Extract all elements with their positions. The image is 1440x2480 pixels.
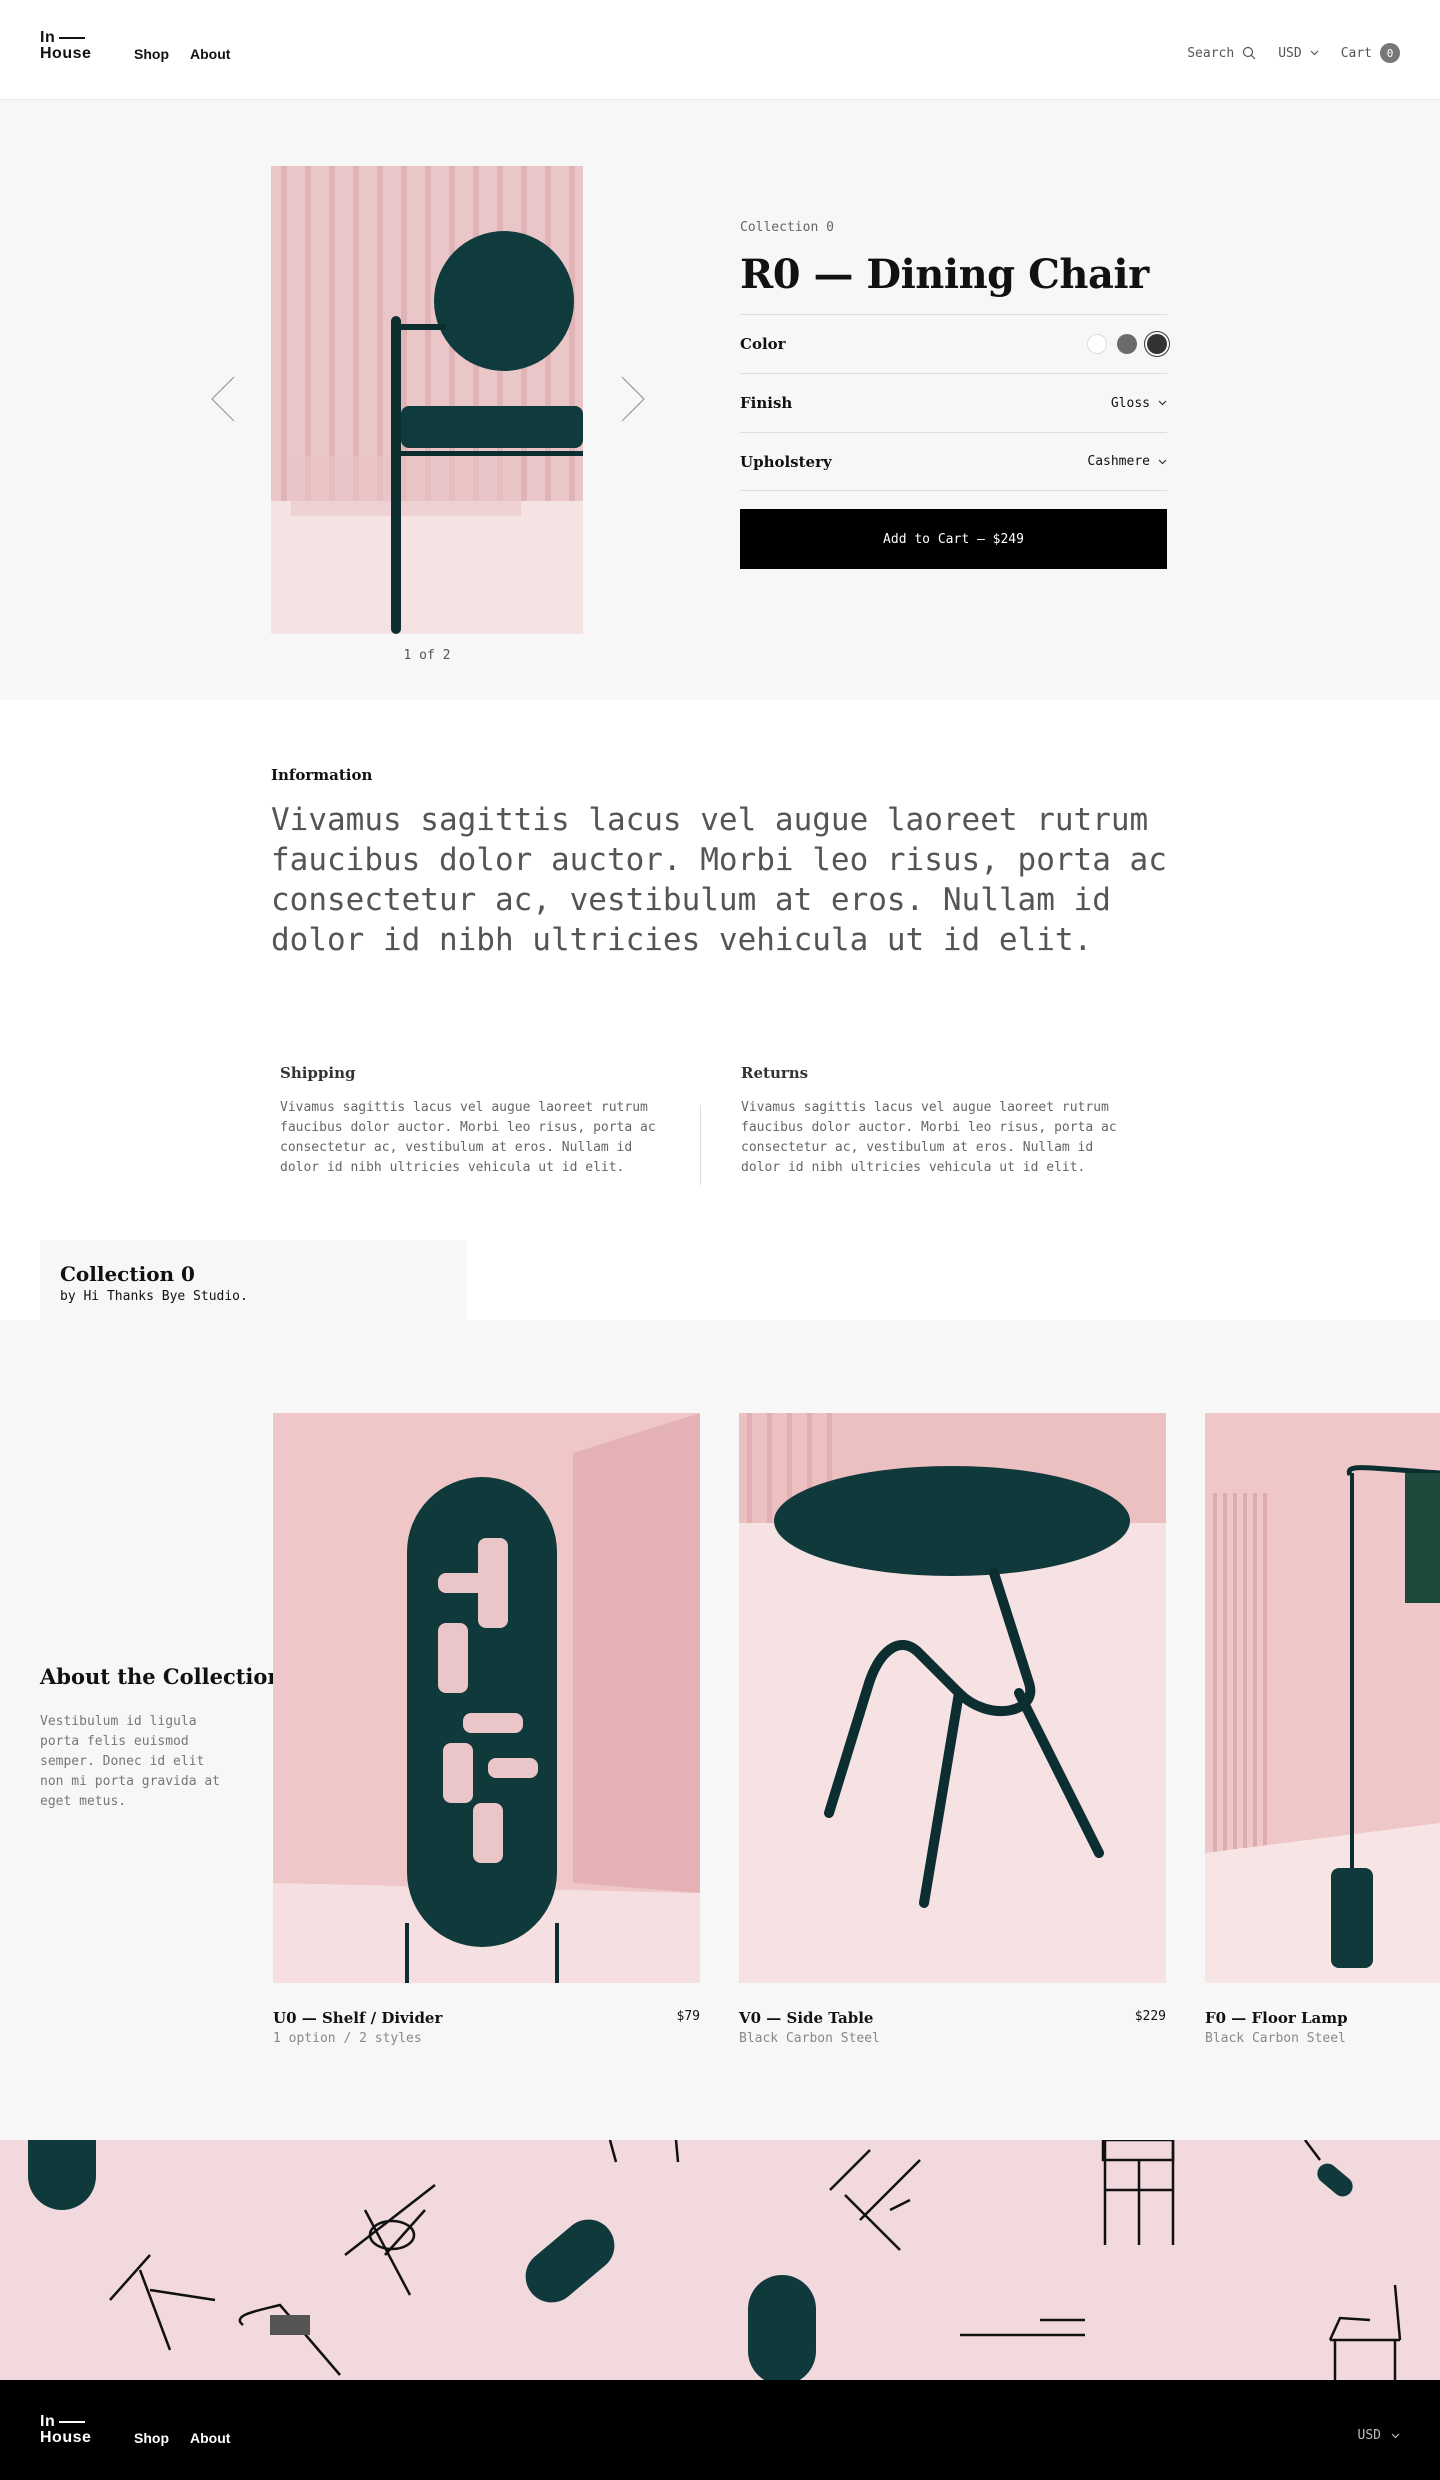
option-upholstery[interactable]: Upholstery Cashmere [740,432,1167,491]
product-card[interactable]: U0 — Shelf / Divider $79 1 option / 2 st… [273,1413,700,2046]
cart-count-badge: 0 [1380,43,1400,63]
currency-select[interactable]: USD [1278,45,1319,61]
swatch-grey[interactable] [1117,334,1137,354]
cart-label: Cart [1340,45,1372,61]
swatch-charcoal-selected[interactable] [1147,334,1167,354]
product-title: R0 — Dining Chair [740,251,1149,298]
footer-nav-about[interactable]: About [190,2430,230,2446]
cart-button[interactable]: Cart 0 [1341,43,1400,63]
product-card-name: U0 — Shelf / Divider [273,2009,443,2027]
product-card-image[interactable] [273,1413,700,1983]
option-label: Finish [740,394,793,412]
about-collection-body: Vestibulum id ligula porta felis euismod… [40,1714,221,1809]
returns-block: Returns Vivamus sagittis lacus vel augue… [741,1064,1131,1178]
logo-line1: In [40,29,56,46]
currency-label: USD [1357,2428,1381,2443]
shipping-block: Shipping Vivamus sagittis lacus vel augu… [280,1064,670,1178]
returns-body: Vivamus sagittis lacus vel augue laoreet… [741,1100,1117,1175]
footer-nav-shop[interactable]: Shop [134,2430,169,2446]
option-finish[interactable]: Finish Gloss [740,373,1167,432]
product-image [271,166,583,634]
chevron-down-icon [1310,50,1319,56]
color-swatches [1087,334,1167,354]
nav-shop[interactable]: Shop [134,46,169,62]
search-label: Search [1187,45,1235,61]
product-card-price: $79 [676,2009,700,2024]
information-heading: Information [271,766,373,784]
information-body: Vivamus sagittis lacus vel augue laoreet… [271,802,1167,958]
product-info: Collection 0 R0 — Dining Chair Color Fin… [740,220,1167,569]
product-card-image[interactable] [1205,1413,1440,1983]
product-card-sub: 1 option / 2 styles [273,2031,422,2046]
finish-value: Gloss [1110,395,1150,411]
image-counter: 1 of 2 [403,648,451,663]
chevron-down-icon [1158,400,1167,406]
footer-currency-select[interactable]: USD [1358,2428,1400,2443]
collection-tab: Collection 0 by Hi Thanks Bye Studio. [40,1240,467,1320]
collection-title: Collection 0 [60,1262,195,1286]
currency-label: USD [1278,45,1302,61]
product-card[interactable]: V0 — Side Table $229 Black Carbon Steel [739,1413,1166,2046]
nav-about[interactable]: About [190,46,230,62]
product-card-sub: Black Carbon Steel [739,2031,880,2046]
arrow-right-icon[interactable] [620,376,646,422]
upholstery-value: Cashmere [1087,454,1150,469]
site-footer: In House Shop About USD [0,2380,1440,2480]
product-card-price: $229 [1134,2009,1166,2024]
footer-logo[interactable]: In House [40,2414,91,2446]
option-color: Color [740,314,1167,373]
shipping-body: Vivamus sagittis lacus vel augue laoreet… [280,1100,656,1175]
option-label: Upholstery [740,452,832,471]
add-to-cart-button[interactable]: Add to Cart — $249 [740,509,1167,569]
site-header: In House Shop About Search USD Cart 0 [0,0,1440,100]
product-card[interactable]: F0 — Floor Lamp Black Carbon Steel [1205,1413,1440,2046]
decorative-furniture-band [0,2140,1440,2380]
search-icon [1243,46,1256,60]
collection-label[interactable]: Collection 0 [740,220,1167,235]
chevron-down-icon [1158,459,1167,464]
product-card-sub: Black Carbon Steel [1205,2031,1346,2046]
logo-line1: In [40,2413,56,2430]
product-card-name: V0 — Side Table [739,2009,874,2027]
divider [700,1105,701,1185]
collection-byline: by Hi Thanks Bye Studio. [60,1289,248,1304]
logo[interactable]: In House [40,30,91,62]
option-label: Color [740,335,786,353]
swatch-white[interactable] [1087,334,1107,354]
logo-line2: House [40,45,92,62]
about-collection-heading: About the Collection [40,1664,283,1689]
arrow-left-icon[interactable] [210,376,236,422]
chevron-down-icon [1391,2433,1400,2438]
search-button[interactable]: Search [1187,46,1256,61]
shipping-heading: Shipping [280,1064,356,1082]
returns-heading: Returns [741,1064,809,1082]
product-card-name: F0 — Floor Lamp [1205,2009,1348,2027]
logo-line2: House [40,2429,92,2446]
product-card-image[interactable] [739,1413,1166,1983]
